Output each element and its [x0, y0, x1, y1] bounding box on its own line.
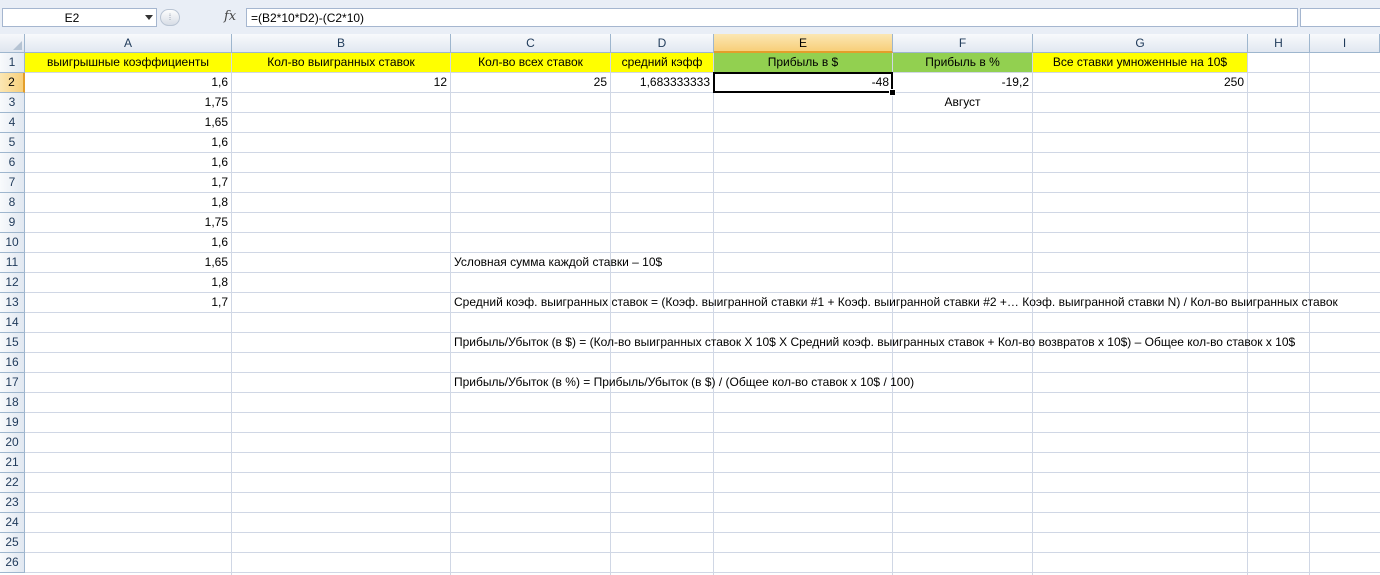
column-header-h[interactable]: H — [1248, 34, 1310, 53]
chevron-down-icon[interactable] — [145, 15, 153, 20]
gridline-horizontal — [25, 432, 1380, 433]
insert-function-button[interactable]: fx — [224, 9, 236, 24]
cell-c17[interactable]: Прибыль/Убыток (в %) = Прибыль/Убыток (в… — [451, 373, 917, 392]
gridline-horizontal — [25, 532, 1380, 533]
formula-text: =(B2*10*D2)-(C2*10) — [251, 11, 365, 25]
cell-a8[interactable]: 1,8 — [25, 193, 231, 212]
cell-a1[interactable]: выигрышные коэффициенты — [25, 53, 231, 72]
row-header-7[interactable]: 7 — [0, 173, 25, 193]
cell-a7[interactable]: 1,7 — [25, 173, 231, 192]
gridline-horizontal — [25, 392, 1380, 393]
cell-c11[interactable]: Условная сумма каждой ставки – 10$ — [451, 253, 665, 272]
row-header-15[interactable]: 15 — [0, 333, 25, 353]
row-header-5[interactable]: 5 — [0, 133, 25, 153]
row-header-13[interactable]: 13 — [0, 293, 25, 313]
row-header-8[interactable]: 8 — [0, 193, 25, 213]
cell-f1[interactable]: Прибыль в % — [893, 53, 1032, 72]
row-header-9[interactable]: 9 — [0, 213, 25, 233]
row-header-6[interactable]: 6 — [0, 153, 25, 173]
cell-a5[interactable]: 1,6 — [25, 133, 231, 152]
row-header-14[interactable]: 14 — [0, 313, 25, 333]
cell-e2[interactable]: -48 — [714, 73, 892, 92]
cell-a2[interactable]: 1,6 — [25, 73, 231, 92]
column-header-g[interactable]: G — [1033, 34, 1248, 53]
gridline-horizontal — [25, 352, 1380, 353]
formula-tools: ⁞ fx — [160, 8, 240, 27]
gridline-horizontal — [25, 572, 1380, 573]
formula-bar-extension[interactable] — [1300, 8, 1380, 27]
gridline-horizontal — [25, 412, 1380, 413]
row-header-1[interactable]: 1 — [0, 53, 25, 73]
column-header-c[interactable]: C — [451, 34, 611, 53]
formula-bar: E2 ⁞ fx =(B2*10*D2)-(C2*10) — [0, 0, 1380, 35]
gridline-horizontal — [25, 312, 1380, 313]
cell-e1[interactable]: Прибыль в $ — [714, 53, 892, 72]
cell-c1[interactable]: Кол-во всех ставок — [451, 53, 610, 72]
cell-g2[interactable]: 250 — [1033, 73, 1247, 92]
cell-d1[interactable]: средний кэфф — [611, 53, 713, 72]
row-header-19[interactable]: 19 — [0, 413, 25, 433]
cell-a11[interactable]: 1,65 — [25, 253, 231, 272]
row-header-3[interactable]: 3 — [0, 93, 25, 113]
cell-b2[interactable]: 12 — [232, 73, 450, 92]
row-header-21[interactable]: 21 — [0, 453, 25, 473]
gridline-horizontal — [25, 492, 1380, 493]
cell-a13[interactable]: 1,7 — [25, 293, 231, 312]
column-header-e[interactable]: E — [714, 34, 893, 53]
row-header-16[interactable]: 16 — [0, 353, 25, 373]
column-header-f[interactable]: F — [893, 34, 1033, 53]
cell-a10[interactable]: 1,6 — [25, 233, 231, 252]
gridline-horizontal — [25, 512, 1380, 513]
column-header-b[interactable]: B — [232, 34, 451, 53]
cell-c13[interactable]: Средний коэф. выигранных ставок = (Коэф.… — [451, 293, 1341, 312]
cell-g1[interactable]: Все ставки умноженные на 10$ — [1033, 53, 1247, 72]
gridline-horizontal — [25, 452, 1380, 453]
select-all-button[interactable] — [0, 34, 25, 53]
row-header-17[interactable]: 17 — [0, 373, 25, 393]
cell-f2[interactable]: -19,2 — [893, 73, 1032, 92]
row-header-20[interactable]: 20 — [0, 433, 25, 453]
row-header-23[interactable]: 23 — [0, 493, 25, 513]
column-header-i[interactable]: I — [1310, 34, 1380, 53]
column-header-a[interactable]: A — [25, 34, 232, 53]
row-header-10[interactable]: 10 — [0, 233, 25, 253]
row-header-25[interactable]: 25 — [0, 533, 25, 553]
cell-d2[interactable]: 1,683333333 — [611, 73, 713, 92]
cell-b1[interactable]: Кол-во выигранных ставок — [232, 53, 450, 72]
gridline-horizontal — [25, 472, 1380, 473]
formula-input[interactable]: =(B2*10*D2)-(C2*10) — [246, 8, 1298, 27]
row-header-12[interactable]: 12 — [0, 273, 25, 293]
column-header-d[interactable]: D — [611, 34, 714, 53]
fill-handle[interactable] — [889, 89, 896, 96]
row-header-26[interactable]: 26 — [0, 553, 25, 573]
cell-c2[interactable]: 25 — [451, 73, 610, 92]
resize-grip-icon[interactable]: ⁞ — [160, 9, 180, 26]
cell-c15[interactable]: Прибыль/Убыток (в $) = (Кол-во выигранны… — [451, 333, 1298, 352]
cell-a4[interactable]: 1,65 — [25, 113, 231, 132]
row-header-11[interactable]: 11 — [0, 253, 25, 273]
name-box[interactable]: E2 — [2, 8, 157, 27]
cell-a6[interactable]: 1,6 — [25, 153, 231, 172]
row-header-22[interactable]: 22 — [0, 473, 25, 493]
cell-a9[interactable]: 1,75 — [25, 213, 231, 232]
cell-f3[interactable]: Август — [893, 93, 1032, 112]
row-header-4[interactable]: 4 — [0, 113, 25, 133]
name-box-value: E2 — [64, 11, 80, 25]
cell-a3[interactable]: 1,75 — [25, 93, 231, 112]
gridline-horizontal — [25, 552, 1380, 553]
row-header-24[interactable]: 24 — [0, 513, 25, 533]
cell-a12[interactable]: 1,8 — [25, 273, 231, 292]
row-header-18[interactable]: 18 — [0, 393, 25, 413]
row-header-2[interactable]: 2 — [0, 73, 25, 93]
